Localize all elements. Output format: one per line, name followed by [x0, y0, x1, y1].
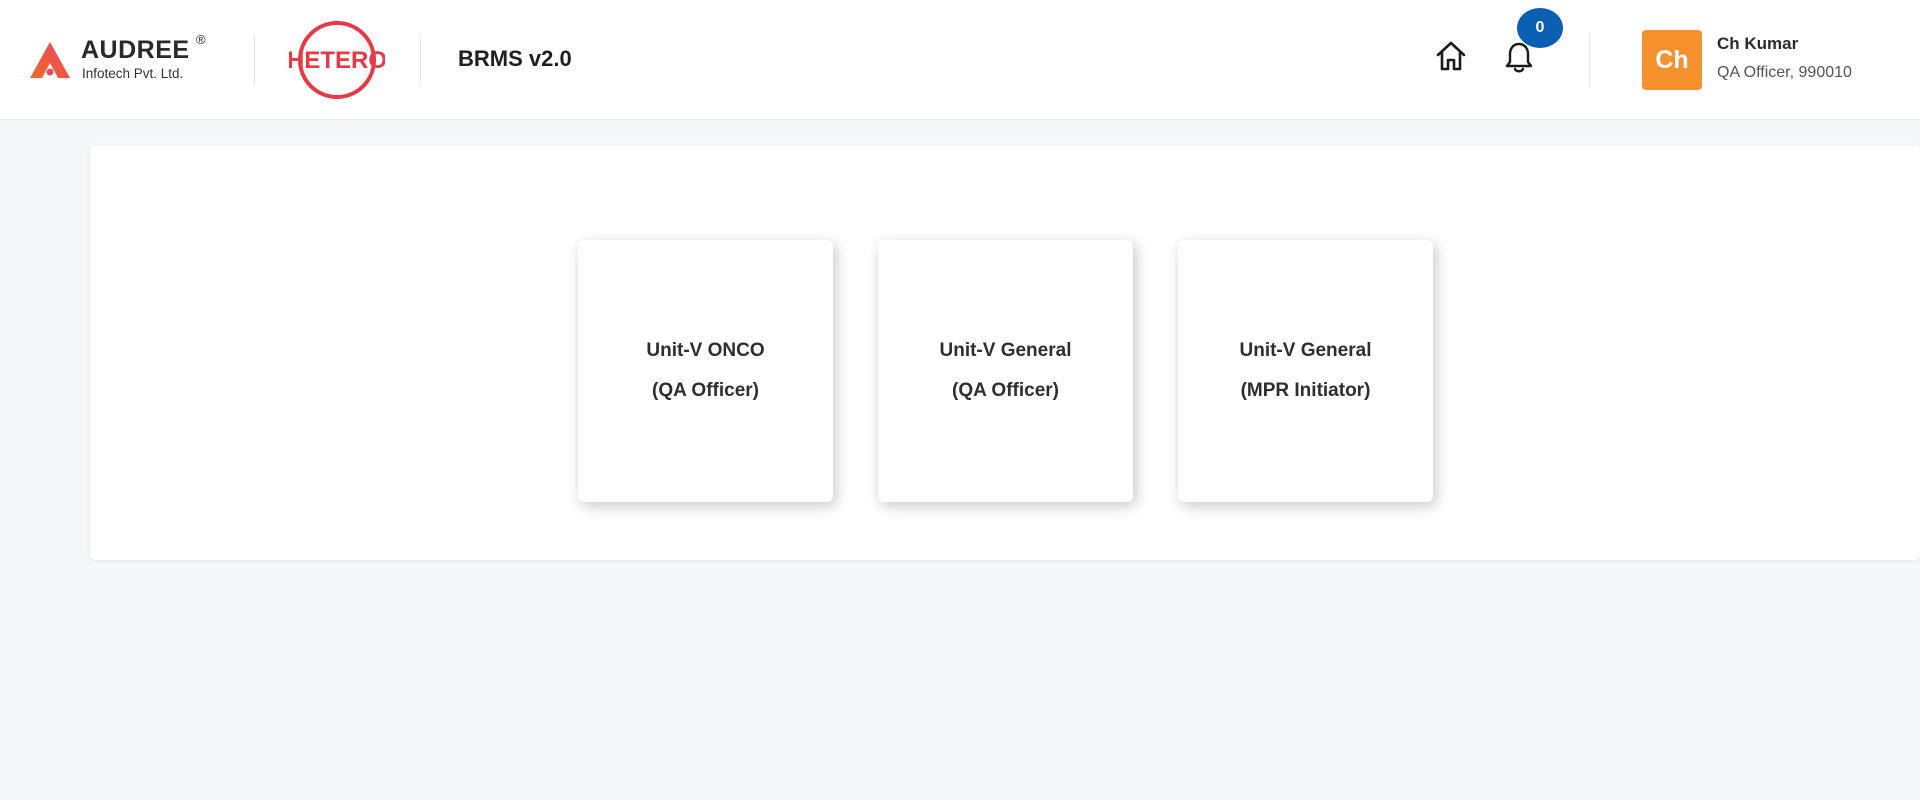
audree-mark-icon: [30, 42, 70, 78]
top-bar: AUDREE ® Infotech Pvt. Ltd. HETERO BRMS …: [0, 0, 1920, 120]
card-title: Unit-V General: [1239, 340, 1372, 361]
hetero-brand: HETERO: [289, 47, 385, 74]
role-card-unit-v-general-mpr-initiator[interactable]: Unit-V General (MPR Initiator): [1178, 240, 1433, 502]
card-role: (QA Officer): [952, 380, 1059, 401]
role-card-unit-v-general-qa-officer[interactable]: Unit-V General (QA Officer): [878, 240, 1133, 502]
hetero-logo: HETERO: [287, 20, 387, 100]
card-role: (MPR Initiator): [1240, 380, 1371, 401]
app-title: BRMS v2.0: [458, 46, 572, 71]
role-card-unit-v-onco-qa-officer[interactable]: Unit-V ONCO (QA Officer): [578, 240, 833, 502]
notification-count-badge: 0: [1517, 8, 1563, 48]
card-title: Unit-V ONCO: [646, 340, 765, 361]
audree-brand: AUDREE: [81, 36, 190, 64]
user-name[interactable]: Ch Kumar: [1717, 34, 1798, 54]
audree-subtitle: Infotech Pvt. Ltd.: [82, 66, 184, 81]
card-title: Unit-V General: [939, 340, 1072, 361]
header-divider: [1589, 34, 1590, 86]
home-button[interactable]: [1434, 39, 1468, 73]
header-divider: [254, 34, 255, 86]
avatar[interactable]: Ch: [1642, 30, 1702, 90]
audree-logo: AUDREE ® Infotech Pvt. Ltd.: [30, 32, 220, 84]
card-role: (QA Officer): [652, 380, 759, 401]
user-role: QA Officer, 990010: [1717, 64, 1852, 81]
header-divider: [420, 34, 421, 86]
registered-mark: ®: [196, 32, 206, 47]
home-icon: [1436, 41, 1466, 71]
